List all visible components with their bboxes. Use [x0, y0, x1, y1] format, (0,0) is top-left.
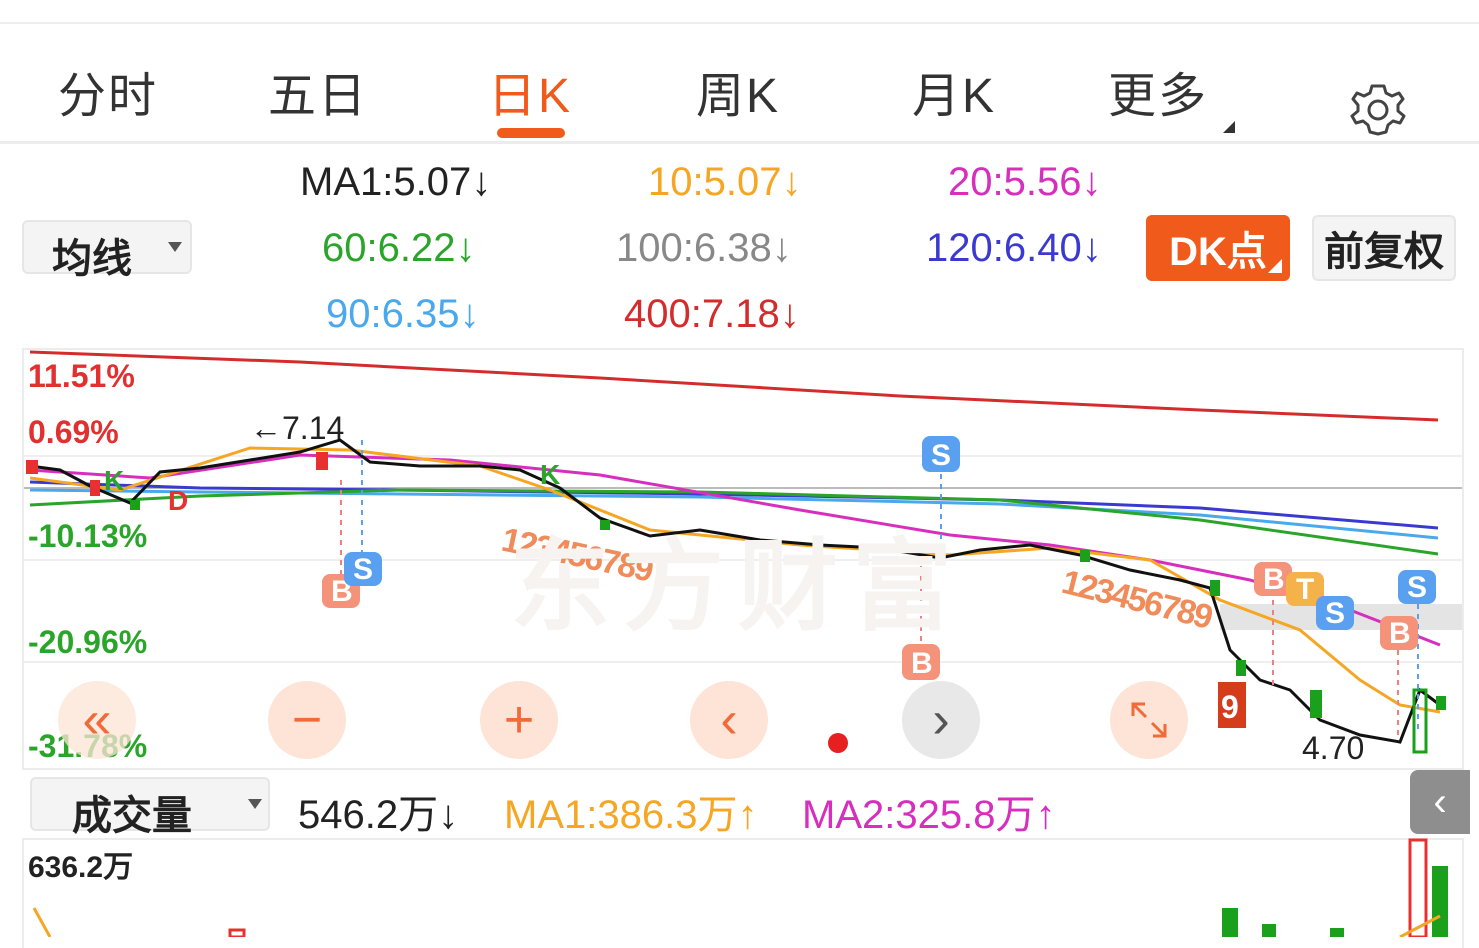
b-signal-text: B: [1263, 563, 1285, 596]
pct-label-top: 11.51%: [28, 358, 135, 394]
b-signal-text: B: [1389, 617, 1411, 650]
s-signal-text: S: [1407, 571, 1427, 604]
pct-label: -20.96%: [28, 624, 148, 660]
volume-bar: [1262, 924, 1276, 937]
b-signal-text: B: [911, 647, 933, 680]
volume-indicator-select[interactable]: 成交量: [30, 777, 270, 838]
candle: [1310, 690, 1322, 718]
chevron-down-icon: [248, 799, 262, 809]
fullscreen-button[interactable]: [1110, 681, 1188, 759]
ma400-line: [29, 350, 1439, 422]
t-signal-text: T: [1296, 573, 1314, 606]
candle: [26, 460, 38, 474]
watermark: 东方财富: [510, 531, 966, 643]
volume-bar: [1432, 866, 1448, 937]
zoom-out-button[interactable]: −: [268, 681, 346, 759]
candle: [316, 452, 328, 470]
sequence-count-text: 123456789: [1058, 563, 1216, 637]
expand-icon: [1131, 702, 1167, 738]
volume-ma-line: [32, 907, 52, 937]
previous-button[interactable]: ‹: [690, 681, 768, 759]
volume-bars: [32, 838, 1448, 937]
s-signal-text: S: [1325, 597, 1345, 630]
volume-value: 546.2万↓: [298, 793, 459, 837]
page-indicator-dot: [828, 733, 848, 753]
k-signal-text: K: [104, 465, 124, 496]
collapse-panel-button[interactable]: ‹: [1410, 770, 1470, 834]
candle: [1436, 696, 1446, 710]
zoom-in-button[interactable]: +: [480, 681, 558, 759]
candle: [90, 480, 100, 496]
volume-bar: [228, 928, 246, 937]
double-chevron-left-icon: «: [82, 691, 112, 749]
volume-bar: [1222, 908, 1238, 937]
pct-label: 0.69%: [28, 414, 119, 450]
volume-bar: [1330, 928, 1344, 937]
volume-bar: [1408, 838, 1428, 937]
candle: [1236, 660, 1246, 676]
low-price-annotation: 4.70: [1302, 730, 1365, 766]
minus-icon: −: [291, 691, 323, 749]
s-signal-text: S: [931, 439, 951, 472]
s-signal-text: S: [353, 553, 373, 586]
chevron-left-icon: ‹: [720, 691, 738, 749]
volume-ma1: MA1:386.3万↑: [504, 793, 758, 837]
chevron-right-icon: ›: [932, 691, 950, 749]
pct-label: -10.13%: [28, 518, 148, 554]
nine-count-text: 9: [1221, 689, 1239, 725]
candle: [130, 500, 140, 510]
rewind-button[interactable]: «: [58, 681, 136, 759]
chevron-left-icon: ‹: [1433, 779, 1447, 824]
high-price-annotation: ←7.14: [250, 410, 345, 446]
volume-select-label: 成交量: [72, 794, 192, 838]
candle: [1080, 550, 1090, 562]
k-signal-text: K: [540, 459, 560, 490]
volume-ma2: MA2:325.8万↑: [802, 793, 1056, 837]
candle: [1210, 580, 1220, 596]
next-button[interactable]: ›: [902, 681, 980, 759]
plus-icon: +: [503, 691, 535, 749]
d-signal-text: D: [168, 485, 188, 516]
